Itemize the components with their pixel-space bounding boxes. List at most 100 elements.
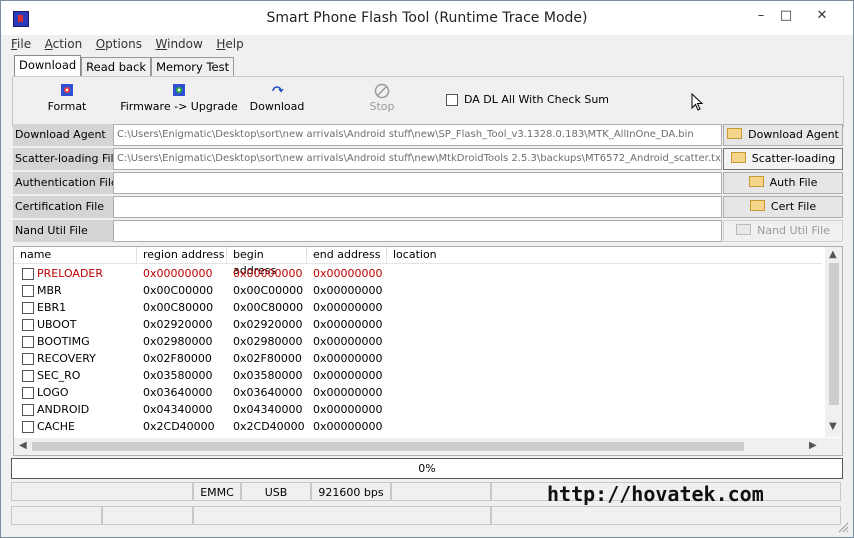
tab-strip: Download Read back Memory Test <box>14 55 235 76</box>
status-storage: EMMC <box>193 482 241 501</box>
menu-options[interactable]: Options <box>96 37 142 51</box>
row-checkbox[interactable] <box>22 336 34 348</box>
row-checkbox[interactable] <box>22 268 34 280</box>
row-end-address: 0x00000000 <box>313 267 383 280</box>
column-begin-address[interactable]: begin address <box>227 247 307 277</box>
tab-download[interactable]: Download <box>14 55 82 76</box>
scatter-field[interactable]: C:\Users\Enigmatic\Desktop\sort\new arri… <box>113 148 722 170</box>
table-row[interactable]: CACHE 0x2CD40000 0x2CD40000 0x00000000 <box>14 418 822 435</box>
menu-window[interactable]: Window <box>156 37 203 51</box>
status-baud: 921600 bps <box>311 482 391 501</box>
row-begin-address: 0x2CD40000 <box>233 420 305 433</box>
menu-bar: File Action Options Window Help <box>11 37 254 55</box>
vertical-scroll-thumb[interactable] <box>829 263 839 405</box>
vertical-scrollbar[interactable]: ▲ ▼ <box>825 247 842 437</box>
table-row[interactable]: MBR 0x00C00000 0x00C00000 0x00000000 <box>14 282 822 299</box>
row-name: BOOTIMG <box>37 335 90 348</box>
scroll-down-icon[interactable]: ▼ <box>829 421 837 432</box>
progress-bar: 0% <box>11 458 843 479</box>
menu-window-rest: indow <box>167 37 203 51</box>
row-begin-address: 0x00C80000 <box>233 301 304 314</box>
cert-file-button[interactable]: Cert File <box>723 196 843 218</box>
menu-options-key: O <box>95 37 106 51</box>
nand-field[interactable] <box>113 220 722 242</box>
firmware-upgrade-label: Firmware -> Upgrade <box>120 100 238 113</box>
row-end-address: 0x00000000 <box>313 301 383 314</box>
da-checksum-checkbox[interactable] <box>446 94 458 106</box>
table-row[interactable]: SEC_RO 0x03580000 0x03580000 0x00000000 <box>14 367 822 384</box>
format-label: Format <box>47 100 87 113</box>
auth-field[interactable] <box>113 172 722 194</box>
nand-row: Nand Util File Nand Util File <box>13 220 843 242</box>
row-region-address: 0x03640000 <box>143 386 213 399</box>
table-row[interactable]: UBOOT 0x02920000 0x02920000 0x00000000 <box>14 316 822 333</box>
menu-action-rest: ction <box>52 37 83 51</box>
row-region-address: 0x02920000 <box>143 318 213 331</box>
tab-read-back[interactable]: Read back <box>81 57 152 76</box>
column-name[interactable]: name <box>14 247 137 263</box>
row-checkbox[interactable] <box>22 302 34 314</box>
da-checksum-option[interactable]: DA DL All With Check Sum <box>446 93 609 106</box>
row-end-address: 0x00000000 <box>313 369 383 382</box>
row-checkbox[interactable] <box>22 370 34 382</box>
download-agent-field[interactable]: C:\Users\Enigmatic\Desktop\sort\new arri… <box>113 124 722 146</box>
scroll-left-icon[interactable]: ◀ <box>19 440 27 451</box>
stop-button[interactable]: Stop <box>366 83 398 113</box>
menu-help[interactable]: Help <box>216 37 243 51</box>
row-name: ANDROID <box>37 403 90 416</box>
download-agent-button[interactable]: Download Agent <box>723 124 843 146</box>
cert-label: Certification File <box>13 196 113 218</box>
folder-icon <box>736 224 752 235</box>
stop-icon <box>374 83 390 99</box>
row-checkbox[interactable] <box>22 285 34 297</box>
menu-action[interactable]: Action <box>45 37 83 51</box>
status-cell-empty <box>391 482 491 501</box>
resize-grip-icon[interactable] <box>837 521 849 533</box>
table-row[interactable]: EBR1 0x00C80000 0x00C80000 0x00000000 <box>14 299 822 316</box>
download-button[interactable]: Download <box>249 83 305 113</box>
firmware-upgrade-button[interactable]: Firmware -> Upgrade <box>119 83 239 113</box>
row-begin-address: 0x02F80000 <box>233 352 302 365</box>
row-checkbox[interactable] <box>22 353 34 365</box>
scatter-loading-button[interactable]: Scatter-loading <box>723 148 843 170</box>
table-row[interactable]: ANDROID 0x04340000 0x04340000 0x00000000 <box>14 401 822 418</box>
row-checkbox[interactable] <box>22 421 34 433</box>
menu-file[interactable]: File <box>11 37 31 51</box>
status-cell-empty <box>11 506 102 525</box>
horizontal-scrollbar[interactable]: ◀ ▶ <box>14 438 842 455</box>
scatter-row: Scatter-loading File C:\Users\Enigmatic\… <box>13 148 843 170</box>
nand-util-button[interactable]: Nand Util File <box>723 220 843 242</box>
cert-field[interactable] <box>113 196 722 218</box>
scroll-up-icon[interactable]: ▲ <box>829 249 837 260</box>
column-location[interactable]: location <box>387 247 822 263</box>
column-region-address[interactable]: region address <box>137 247 227 263</box>
table-row[interactable]: LOGO 0x03640000 0x03640000 0x00000000 <box>14 384 822 401</box>
close-button[interactable]: ✕ <box>807 7 837 25</box>
maximize-button[interactable]: □ <box>771 7 801 25</box>
nand-label: Nand Util File <box>13 220 113 242</box>
progress-text: 0% <box>418 462 436 475</box>
menu-file-rest: ile <box>17 37 32 51</box>
folder-icon <box>749 200 765 211</box>
row-end-address: 0x00000000 <box>313 420 383 433</box>
tab-memory-test[interactable]: Memory Test <box>151 57 235 76</box>
table-row[interactable]: PRELOADER 0x00000000 0x00000000 0x00000000 <box>14 265 822 282</box>
format-button[interactable]: Format <box>45 83 89 113</box>
horizontal-scroll-thumb[interactable] <box>32 442 744 451</box>
row-name: PRELOADER <box>37 267 104 280</box>
row-checkbox[interactable] <box>22 387 34 399</box>
row-region-address: 0x03580000 <box>143 369 213 382</box>
mouse-cursor-icon <box>691 93 704 111</box>
auth-file-button[interactable]: Auth File <box>723 172 843 194</box>
table-row[interactable]: BOOTIMG 0x02980000 0x02980000 0x00000000 <box>14 333 822 350</box>
row-region-address: 0x2CD40000 <box>143 420 215 433</box>
status-cell-empty <box>193 506 491 525</box>
row-checkbox[interactable] <box>22 319 34 331</box>
column-end-address[interactable]: end address <box>307 247 387 263</box>
scroll-right-icon[interactable]: ▶ <box>809 440 817 451</box>
download-agent-button-label: Download Agent <box>748 128 839 141</box>
title-bar[interactable]: Smart Phone Flash Tool (Runtime Trace Mo… <box>1 1 853 35</box>
row-checkbox[interactable] <box>22 404 34 416</box>
table-row[interactable]: RECOVERY 0x02F80000 0x02F80000 0x00000000 <box>14 350 822 367</box>
menu-help-key: H <box>216 37 226 51</box>
